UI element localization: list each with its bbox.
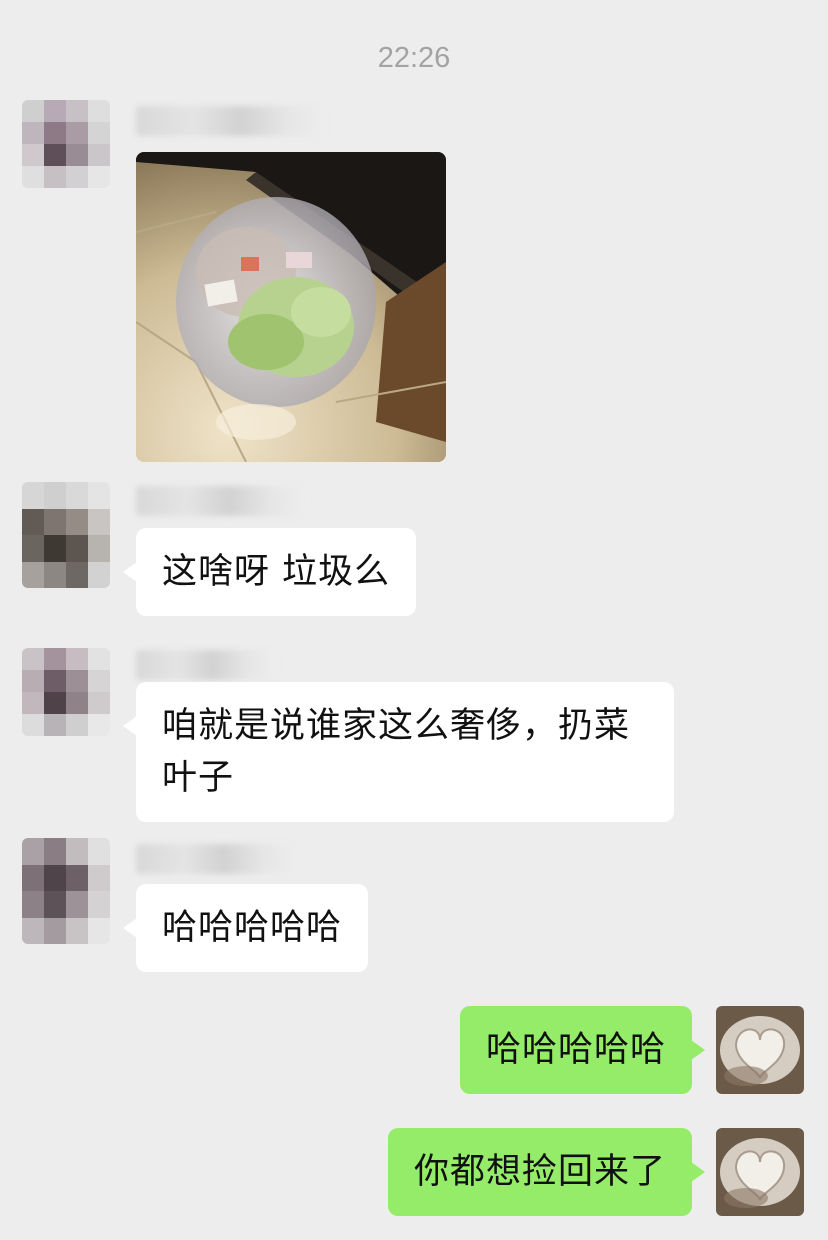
contact-avatar-blurred[interactable] xyxy=(22,838,110,944)
contact-name-blurred xyxy=(136,106,326,136)
outgoing-message-bubble[interactable]: 你都想捡回来了 xyxy=(387,1128,706,1216)
contact-name-blurred xyxy=(136,650,276,680)
chat-image-message[interactable] xyxy=(136,152,446,462)
my-avatar[interactable] xyxy=(716,1006,804,1094)
incoming-message-bubble[interactable]: 这啥呀 垃圾么 xyxy=(122,528,417,616)
contact-avatar-blurred[interactable] xyxy=(22,482,110,588)
outgoing-message-bubble[interactable]: 哈哈哈哈哈 xyxy=(459,1006,706,1094)
incoming-message-bubble[interactable]: 咱就是说谁家这么奢侈，扔菜叶子 xyxy=(123,682,674,822)
garbage-bag-photo xyxy=(136,152,446,462)
message-timestamp: 22:26 xyxy=(377,42,451,74)
my-avatar[interactable] xyxy=(716,1128,804,1216)
contact-avatar-blurred[interactable] xyxy=(22,648,110,736)
contact-avatar-blurred[interactable] xyxy=(22,100,110,188)
contact-name-blurred xyxy=(136,844,296,874)
incoming-message-bubble[interactable]: 哈哈哈哈哈 xyxy=(122,884,369,972)
contact-name-blurred xyxy=(136,486,306,516)
